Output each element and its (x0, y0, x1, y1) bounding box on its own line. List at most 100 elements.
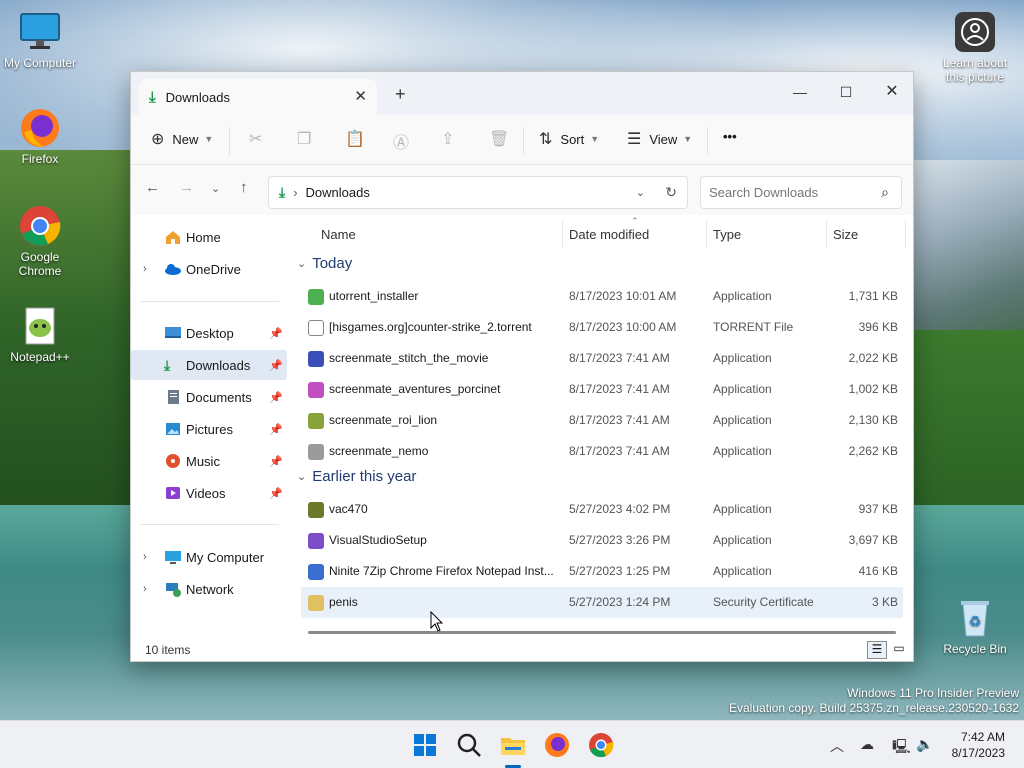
group-header-today[interactable]: ⌄ Today (297, 255, 352, 272)
sidebar-item-videos[interactable]: Videos 📌 (131, 478, 287, 508)
column-separator[interactable] (706, 221, 707, 249)
onedrive-tray-icon[interactable]: ☁ (860, 736, 874, 753)
pin-icon[interactable]: 📌 (269, 359, 283, 372)
sidebar-item-pictures[interactable]: Pictures 📌 (131, 414, 287, 444)
file-row[interactable]: Ninite 7Zip Chrome Firefox Notepad Inst.… (301, 556, 903, 587)
chevron-down-icon[interactable]: ⌄ (636, 186, 645, 199)
pin-icon[interactable]: 📌 (269, 487, 283, 500)
file-row[interactable]: [hisgames.org]counter-strike_2.torrent 8/… (301, 312, 903, 343)
file-row[interactable]: vac470 5/27/2023 4:02 PM Application 937 KB (301, 494, 903, 525)
file-row[interactable]: screenmate_nemo 8/17/2023 7:41 AM Applicat… (301, 436, 903, 467)
file-row[interactable]: screenmate_roi_lion 8/17/2023 7:41 AM Appl… (301, 405, 903, 436)
search-input[interactable]: Search Downloads ⌕ (700, 176, 902, 209)
desktop-icon-my-computer[interactable]: My Computer (0, 10, 80, 70)
up-button[interactable]: ↑ (240, 179, 248, 196)
file-explorer-window[interactable]: ⤓ Downloads ✕ + — ☐ ✕ ⊕ New ▼ ✂ ❐ 📋 Ⓐ ⇪ … (130, 71, 914, 662)
column-header-date[interactable]: Date modified (569, 227, 649, 242)
pin-icon[interactable]: 📌 (269, 455, 283, 468)
chevron-up-icon: ︿ (830, 738, 844, 754)
close-tab-icon[interactable]: ✕ (354, 87, 367, 105)
pin-icon[interactable]: 📌 (269, 327, 283, 340)
start-button[interactable] (411, 731, 439, 759)
chevron-right-icon[interactable]: › (143, 551, 147, 563)
monitor-icon (164, 549, 182, 565)
recycle-bin-icon: ♻ (953, 596, 997, 640)
new-tab-button[interactable]: + (395, 84, 406, 105)
chevron-right-icon[interactable]: › (143, 263, 147, 275)
back-button[interactable]: ← (145, 179, 160, 196)
delete-button[interactable]: 🗑 (489, 129, 517, 149)
desktop-icon-learn-about-picture[interactable]: Learn about this picture (935, 10, 1015, 84)
taskbar-chrome[interactable] (587, 731, 615, 759)
column-separator[interactable] (562, 221, 563, 249)
desktop-icon-recycle-bin[interactable]: ♻ Recycle Bin (935, 596, 1015, 656)
close-button[interactable]: ✕ (869, 78, 915, 106)
minimize-button[interactable]: — (777, 78, 823, 106)
clock[interactable]: 7:42 AM 8/17/2023 (952, 729, 1005, 761)
file-icon (308, 413, 324, 429)
tiles-view-button[interactable]: ▭ (889, 641, 909, 659)
file-type: TORRENT File (713, 320, 794, 334)
sidebar-item-home[interactable]: Home (131, 222, 287, 252)
os-watermark: Windows 11 Pro Insider Preview Evaluatio… (729, 686, 1019, 716)
share-button[interactable]: ⇪ (441, 129, 462, 149)
copy-button[interactable]: ❐ (297, 129, 319, 149)
sidebar-item-desktop[interactable]: Desktop 📌 (131, 318, 287, 348)
taskbar-firefox[interactable] (543, 731, 571, 759)
file-size: 2,130 KB (848, 413, 898, 427)
sidebar-item-network[interactable]: › Network (131, 574, 287, 604)
column-separator[interactable] (905, 221, 906, 249)
file-row[interactable]: screenmate_aventures_porcinet 8/17/2023 7… (301, 374, 903, 405)
maximize-button[interactable]: ☐ (823, 78, 869, 106)
forward-button[interactable]: → (179, 179, 194, 196)
tab-downloads[interactable]: ⤓ Downloads ✕ (139, 79, 377, 115)
file-row[interactable]: utorrent_installer 8/17/2023 10:01 AM Appl… (301, 281, 903, 312)
file-date: 8/17/2023 7:41 AM (569, 413, 670, 427)
file-row[interactable]: screenmate_stitch_the_movie 8/17/2023 7:4… (301, 343, 903, 374)
sidebar-divider (141, 301, 279, 302)
taskbar-file-explorer[interactable] (499, 731, 527, 768)
file-name: [hisgames.org]counter-strike_2.torrent (329, 320, 532, 334)
file-row[interactable]: penis 5/27/2023 1:24 PM Security Certifica… (301, 587, 903, 618)
paste-button[interactable]: 📋 (345, 129, 373, 149)
address-bar[interactable]: ⤓ › Downloads ⌄ ↻ (268, 176, 688, 209)
rename-button[interactable]: Ⓐ (393, 129, 417, 153)
file-type: Application (713, 289, 772, 303)
sidebar-item-downloads[interactable]: ⤓ Downloads 📌 (131, 350, 287, 380)
view-button[interactable]: ☰ View ▼ (627, 129, 692, 149)
details-view-button[interactable]: ☰ (867, 641, 887, 659)
column-separator[interactable] (826, 221, 827, 249)
new-button[interactable]: ⊕ New ▼ (151, 129, 213, 149)
sidebar-item-documents[interactable]: Documents 📌 (131, 382, 287, 412)
sort-button[interactable]: ⇅ Sort ▼ (539, 129, 599, 149)
file-type: Application (713, 413, 772, 427)
network-tray-icon[interactable]: 🖳 (892, 736, 911, 760)
column-header-type[interactable]: Type (713, 227, 741, 242)
toolbar-separator (707, 127, 708, 155)
column-header-name[interactable]: Name (321, 227, 356, 242)
desktop-icon-notepadpp[interactable]: Notepad++ (0, 304, 80, 364)
more-options-button[interactable]: ••• (723, 129, 737, 144)
desktop-icon-chrome[interactable]: Google Chrome (0, 204, 80, 278)
group-header-earlier[interactable]: ⌄ Earlier this year (297, 468, 416, 485)
breadcrumb-downloads[interactable]: Downloads (306, 185, 370, 200)
column-header-size[interactable]: Size (833, 227, 858, 242)
sidebar-item-my-computer[interactable]: › My Computer (131, 542, 287, 572)
pin-icon[interactable]: 📌 (269, 423, 283, 436)
horizontal-scrollbar[interactable] (308, 631, 896, 634)
sidebar-item-onedrive[interactable]: › OneDrive (131, 254, 287, 284)
refresh-icon[interactable]: ↻ (665, 184, 677, 201)
watermark-line: Evaluation copy. Build 25375.zn_release.… (729, 701, 1019, 715)
camera-icon (953, 10, 997, 54)
cut-button[interactable]: ✂ (249, 129, 270, 149)
show-hidden-icons-button[interactable]: ︿ (830, 736, 844, 756)
recent-locations-button[interactable]: ⌄ (211, 182, 220, 195)
sidebar-item-music[interactable]: Music 📌 (131, 446, 287, 476)
desktop-icon-firefox[interactable]: Firefox (0, 106, 80, 166)
title-bar[interactable]: ⤓ Downloads ✕ + — ☐ ✕ (131, 72, 913, 115)
chevron-right-icon[interactable]: › (143, 583, 147, 595)
file-row[interactable]: VisualStudioSetup 5/27/2023 3:26 PM Applic… (301, 525, 903, 556)
volume-tray-icon[interactable]: 🔈 (916, 736, 933, 753)
pin-icon[interactable]: 📌 (269, 391, 283, 404)
search-button[interactable] (455, 731, 483, 759)
